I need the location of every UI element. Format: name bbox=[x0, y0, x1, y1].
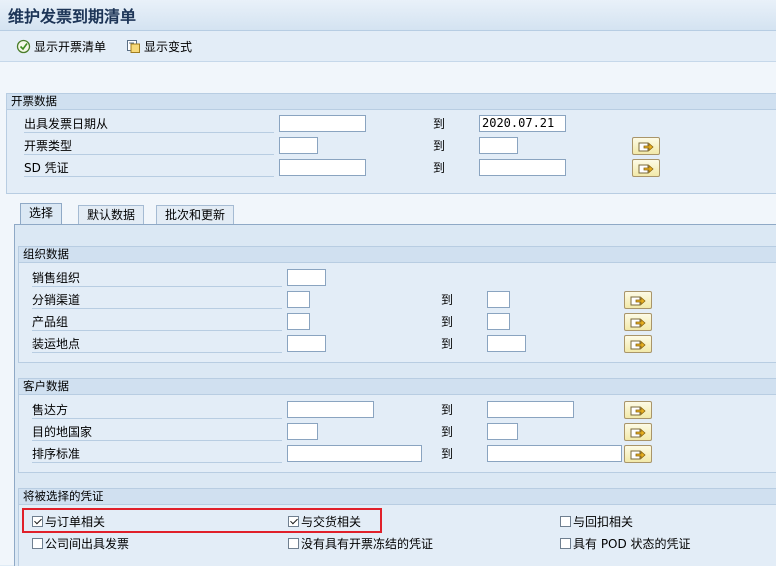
multiple-selection-arrow-icon bbox=[630, 428, 646, 438]
distribution-channel-multiple-selection-button[interactable] bbox=[624, 291, 652, 309]
destination-country-label: 目的地国家 bbox=[32, 424, 282, 441]
sort-term-multiple-selection-button[interactable] bbox=[624, 445, 652, 463]
sd-document-to-input[interactable] bbox=[479, 159, 566, 176]
billing-date-to-input[interactable]: 2020.07.21 bbox=[479, 115, 566, 132]
destination-country-to-label: 到 bbox=[441, 425, 454, 439]
division-from-input[interactable] bbox=[287, 313, 310, 330]
multiple-selection-arrow-icon bbox=[630, 450, 646, 460]
sd-document-to-label: 到 bbox=[433, 161, 446, 175]
shipping-point-multiple-selection-button[interactable] bbox=[624, 335, 652, 353]
application-toolbar: 显示开票清单 显示变式 bbox=[0, 31, 776, 62]
billing-type-to-label: 到 bbox=[433, 139, 446, 153]
sold-to-party-from-input[interactable] bbox=[287, 401, 374, 418]
show-billing-list-button[interactable]: 显示开票清单 bbox=[16, 37, 106, 55]
variant-icon bbox=[126, 39, 141, 54]
tab-batch-and-update[interactable]: 批次和更新 bbox=[156, 205, 235, 225]
title-bar: 维护发票到期清单 bbox=[0, 0, 776, 31]
no-billing-block-checkbox[interactable]: 没有具有开票冻结的凭证 bbox=[288, 535, 433, 551]
checkbox-box[interactable] bbox=[560, 515, 571, 527]
sd-document-label: SD 凭证 bbox=[24, 160, 274, 177]
checkbox-box[interactable] bbox=[32, 537, 43, 549]
division-multiple-selection-button[interactable] bbox=[624, 313, 652, 331]
shipping-point-to-label: 到 bbox=[441, 337, 454, 351]
destination-country-multiple-selection-button[interactable] bbox=[624, 423, 652, 441]
billing-date-to-label: 到 bbox=[433, 117, 446, 131]
billing-data-title: 开票数据 bbox=[7, 94, 776, 110]
no-billing-block-label: 没有具有开票冻结的凭证 bbox=[301, 536, 434, 551]
tab-selection[interactable]: 选择 bbox=[20, 203, 63, 226]
sold-to-party-label: 售达方 bbox=[32, 402, 282, 419]
destination-country-to-input[interactable] bbox=[487, 423, 518, 440]
pod-status-checkbox[interactable]: 具有 POD 状态的凭证 bbox=[560, 535, 691, 551]
intercompany-billing-label: 公司间出具发票 bbox=[45, 536, 130, 551]
execute-clock-icon bbox=[16, 39, 31, 54]
destination-country-from-input[interactable] bbox=[287, 423, 318, 440]
sd-document-from-input[interactable] bbox=[279, 159, 366, 176]
multiple-selection-arrow-icon bbox=[630, 340, 646, 350]
distribution-channel-from-input[interactable] bbox=[287, 291, 310, 308]
billing-date-from-input[interactable] bbox=[279, 115, 366, 132]
billing-date-label: 出具发票日期从 bbox=[24, 116, 274, 133]
sort-term-to-label: 到 bbox=[441, 447, 454, 461]
sold-to-party-to-input[interactable] bbox=[487, 401, 574, 418]
highlight-box bbox=[22, 508, 382, 533]
billing-type-label: 开票类型 bbox=[24, 138, 274, 155]
customer-data-title: 客户数据 bbox=[19, 379, 776, 395]
intercompany-billing-checkbox[interactable]: 公司间出具发票 bbox=[32, 535, 129, 551]
sort-term-from-input[interactable] bbox=[287, 445, 422, 462]
rebate-related-checkbox[interactable]: 与回扣相关 bbox=[560, 513, 633, 529]
page-title: 维护发票到期清单 bbox=[8, 7, 137, 26]
org-data-title: 组织数据 bbox=[19, 247, 776, 263]
sort-term-label: 排序标准 bbox=[32, 446, 282, 463]
sold-to-party-to-label: 到 bbox=[441, 403, 454, 417]
division-to-input[interactable] bbox=[487, 313, 510, 330]
checkbox-box[interactable] bbox=[288, 537, 299, 549]
sold-to-party-multiple-selection-button[interactable] bbox=[624, 401, 652, 419]
distribution-channel-label: 分销渠道 bbox=[32, 292, 282, 309]
division-to-label: 到 bbox=[441, 315, 454, 329]
checkbox-box[interactable] bbox=[560, 537, 571, 549]
multiple-selection-arrow-icon bbox=[638, 164, 654, 174]
tab-default-data[interactable]: 默认数据 bbox=[78, 205, 145, 225]
shipping-point-label: 装运地点 bbox=[32, 336, 282, 353]
sales-org-label: 销售组织 bbox=[32, 270, 282, 287]
show-billing-list-label: 显示开票清单 bbox=[34, 39, 107, 54]
pod-status-label: 具有 POD 状态的凭证 bbox=[573, 536, 691, 551]
shipping-point-from-input[interactable] bbox=[287, 335, 326, 352]
sd-document-multiple-selection-button[interactable] bbox=[632, 159, 660, 177]
billing-type-from-input[interactable] bbox=[279, 137, 318, 154]
multiple-selection-arrow-icon bbox=[630, 296, 646, 306]
shipping-point-to-input[interactable] bbox=[487, 335, 526, 352]
tab-strip: 选择 默认数据 批次和更新 bbox=[14, 203, 764, 226]
rebate-related-label: 与回扣相关 bbox=[573, 514, 634, 529]
show-variant-button[interactable]: 显示变式 bbox=[126, 37, 192, 55]
multiple-selection-arrow-icon bbox=[630, 318, 646, 328]
sales-org-input[interactable] bbox=[287, 269, 326, 286]
billing-type-multiple-selection-button[interactable] bbox=[632, 137, 660, 155]
multiple-selection-arrow-icon bbox=[630, 406, 646, 416]
distribution-channel-to-input[interactable] bbox=[487, 291, 510, 308]
show-variant-label: 显示变式 bbox=[144, 39, 193, 54]
division-label: 产品组 bbox=[32, 314, 282, 331]
documents-title: 将被选择的凭证 bbox=[19, 489, 776, 505]
distribution-channel-to-label: 到 bbox=[441, 293, 454, 307]
billing-type-to-input[interactable] bbox=[479, 137, 518, 154]
sort-term-to-input[interactable] bbox=[487, 445, 622, 462]
multiple-selection-arrow-icon bbox=[638, 142, 654, 152]
